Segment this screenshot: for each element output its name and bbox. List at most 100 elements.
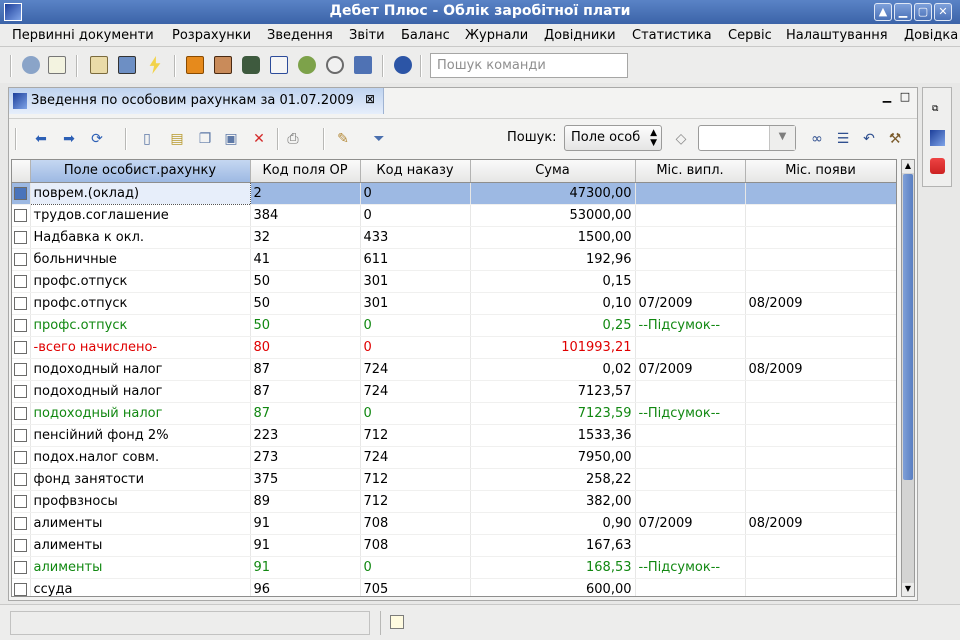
portrait-icon[interactable] bbox=[214, 56, 232, 74]
table-row[interactable]: пенсійний фонд 2% 223 712 1533,36 bbox=[12, 424, 896, 447]
menu-journals[interactable]: Журнали bbox=[465, 28, 528, 43]
row-checkbox[interactable] bbox=[12, 248, 31, 271]
column-header-paid-month[interactable]: Міс. випл. bbox=[635, 160, 746, 183]
scroll-up-icon[interactable]: ▲ bbox=[902, 160, 914, 173]
scroll-down-icon[interactable]: ▼ bbox=[902, 583, 914, 596]
tools-icon[interactable] bbox=[354, 56, 372, 74]
filter-icon[interactable]: ⏷ bbox=[371, 131, 387, 147]
table-row[interactable]: подох.налог совм. 273 724 7950,00 bbox=[12, 446, 896, 469]
delete-icon[interactable]: ✕ bbox=[251, 131, 267, 147]
table-row[interactable]: алименты 91 708 0,90 07/2009 08/2009 bbox=[12, 512, 896, 535]
row-checkbox[interactable] bbox=[12, 204, 31, 227]
monitor-icon[interactable] bbox=[118, 56, 136, 74]
edit-doc-icon[interactable]: ▤ bbox=[169, 131, 185, 147]
vertical-scrollbar[interactable]: ▲ ▼ bbox=[901, 159, 915, 597]
search-value-combo[interactable]: ▼ bbox=[698, 125, 796, 151]
row-checkbox[interactable] bbox=[12, 512, 31, 535]
table-row[interactable]: подоходный налог 87 724 7123,57 bbox=[12, 380, 896, 403]
view-doc-icon[interactable]: ▣ bbox=[223, 131, 239, 147]
row-checkbox[interactable] bbox=[12, 534, 31, 557]
row-checkbox[interactable] bbox=[12, 468, 31, 491]
checkbox[interactable] bbox=[14, 252, 28, 266]
table-row[interactable]: фонд занятости 375 712 258,22 bbox=[12, 468, 896, 491]
checkbox[interactable] bbox=[14, 450, 28, 464]
orange-box-icon[interactable] bbox=[186, 56, 204, 74]
checkbox[interactable] bbox=[14, 318, 28, 332]
calendar-icon[interactable] bbox=[270, 56, 288, 74]
menu-calculations[interactable]: Розрахунки bbox=[172, 28, 251, 43]
checkbox[interactable] bbox=[14, 538, 28, 552]
table-row[interactable]: алименты 91 708 167,63 bbox=[12, 534, 896, 557]
checkbox[interactable] bbox=[14, 230, 28, 244]
doc-shortcut-icon[interactable] bbox=[930, 130, 945, 146]
row-checkbox[interactable] bbox=[12, 446, 31, 469]
table-row[interactable]: профс.отпуск 50 301 0,15 bbox=[12, 270, 896, 293]
arrow-right-icon[interactable]: ➡ bbox=[61, 131, 77, 147]
checkbox[interactable] bbox=[14, 362, 28, 376]
checkbox[interactable] bbox=[14, 384, 28, 398]
restore-icon[interactable]: ⧉ bbox=[932, 104, 938, 114]
table-row[interactable]: алименты 91 0 168,53 --Підсумок-- bbox=[12, 556, 896, 579]
menu-settings[interactable]: Налаштування bbox=[786, 28, 888, 43]
people-icon[interactable] bbox=[930, 158, 945, 174]
table-row[interactable]: ссуда 96 705 600,00 bbox=[12, 578, 896, 596]
menu-reports[interactable]: Звіти bbox=[349, 28, 385, 43]
wand-icon[interactable]: ✎ bbox=[335, 131, 351, 147]
close-button[interactable]: ✕ bbox=[934, 3, 952, 21]
magnifier-icon[interactable] bbox=[326, 56, 344, 74]
row-checkbox[interactable] bbox=[12, 270, 31, 293]
checkbox[interactable] bbox=[14, 560, 28, 574]
checkbox[interactable] bbox=[14, 340, 28, 354]
menu-service[interactable]: Сервіс bbox=[728, 28, 772, 43]
menu-primary-docs[interactable]: Первинні документи bbox=[12, 28, 154, 43]
list-icon[interactable]: ☰ bbox=[835, 131, 851, 147]
row-checkbox[interactable] bbox=[12, 358, 31, 381]
maximize-view-icon[interactable]: □ bbox=[899, 91, 911, 104]
row-checkbox[interactable] bbox=[12, 490, 31, 513]
checkbox[interactable] bbox=[14, 428, 28, 442]
search-field-combo[interactable]: Поле особ ▲ ▼ bbox=[564, 125, 662, 151]
row-checkbox[interactable] bbox=[12, 380, 31, 403]
new-doc-icon[interactable]: ▯ bbox=[139, 131, 155, 147]
table-row[interactable]: профс.отпуск 50 301 0,10 07/2009 08/2009 bbox=[12, 292, 896, 315]
menu-balance[interactable]: Баланс bbox=[401, 28, 450, 43]
card-icon[interactable] bbox=[90, 56, 108, 74]
table-row[interactable]: профвзносы 89 712 382,00 bbox=[12, 490, 896, 513]
row-checkbox[interactable] bbox=[12, 314, 31, 337]
row-checkbox[interactable] bbox=[12, 556, 31, 579]
new-window-icon[interactable] bbox=[390, 615, 404, 629]
checkbox[interactable] bbox=[14, 494, 28, 508]
checkbox[interactable] bbox=[14, 472, 28, 486]
command-search-input[interactable]: Пошук команди bbox=[430, 53, 628, 78]
menu-help[interactable]: Довідка bbox=[904, 28, 958, 43]
table-row[interactable]: поврем.(оклад) 2 0 47300,00 bbox=[12, 181, 896, 205]
checkbox[interactable] bbox=[14, 406, 28, 420]
lightning-icon[interactable] bbox=[149, 56, 161, 74]
scrollbar-thumb[interactable] bbox=[903, 174, 913, 480]
select-column-header[interactable] bbox=[12, 160, 31, 183]
checkbox[interactable] bbox=[14, 274, 28, 288]
close-icon[interactable]: ⊠ bbox=[365, 92, 375, 106]
menu-directories[interactable]: Довідники bbox=[544, 28, 616, 43]
undo-icon[interactable]: ↶ bbox=[861, 131, 877, 147]
row-checkbox[interactable] bbox=[12, 336, 31, 359]
notes-icon[interactable] bbox=[48, 56, 66, 74]
hammer-icon[interactable]: ⚒ bbox=[887, 131, 903, 147]
column-header-sum[interactable]: Сума bbox=[470, 160, 636, 183]
checkbox[interactable] bbox=[14, 296, 28, 310]
row-checkbox[interactable] bbox=[12, 424, 31, 447]
checkbox[interactable] bbox=[14, 582, 28, 596]
person-add-icon[interactable] bbox=[298, 56, 316, 74]
help-icon[interactable] bbox=[394, 56, 412, 74]
table-row[interactable]: подоходный налог 87 724 0,02 07/2009 08/2009 bbox=[12, 358, 896, 381]
print-icon[interactable]: ⎙ bbox=[285, 131, 301, 147]
row-checkbox[interactable] bbox=[12, 292, 31, 315]
tab-summary[interactable]: Зведення по особовим рахункам за 01.07.2… bbox=[9, 88, 384, 114]
column-header-appeared-month[interactable]: Міс. появи bbox=[745, 160, 896, 183]
refresh-icon[interactable]: ⟳ bbox=[89, 131, 105, 147]
table-row[interactable]: подоходный налог 87 0 7123,59 --Підсумок-- bbox=[12, 402, 896, 425]
minimize-view-icon[interactable]: ▁ bbox=[881, 91, 893, 104]
column-header-code[interactable]: Код поля ОР bbox=[250, 160, 361, 183]
row-checkbox[interactable] bbox=[12, 182, 31, 205]
checkbox[interactable] bbox=[14, 516, 28, 530]
